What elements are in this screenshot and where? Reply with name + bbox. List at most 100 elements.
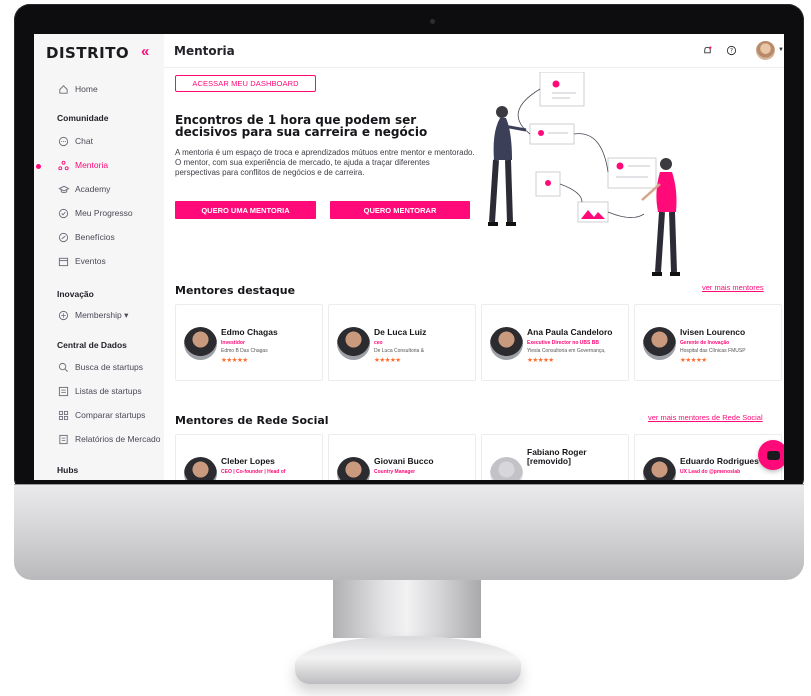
- sidebar-item-chat[interactable]: Chat: [34, 131, 164, 151]
- mentor-name: Edmo Chagas: [221, 327, 278, 337]
- mentor-photo: [337, 457, 370, 480]
- calendar-icon: [57, 255, 70, 268]
- mentor-org: Edmo B Das Chagas: [221, 348, 268, 354]
- sidebar-item-label: Listas de startups: [75, 386, 142, 396]
- mentor-photo: [184, 327, 217, 360]
- mentoria-icon: [57, 159, 70, 172]
- mentor-photo: [643, 327, 676, 360]
- sidebar-item-label: Academy: [75, 184, 111, 194]
- mentor-card[interactable]: Fabiano Roger [removido]: [481, 434, 629, 480]
- camera-dot: [430, 19, 435, 24]
- chat-icon: [57, 135, 70, 148]
- mentor-card[interactable]: De Luca Luiz ceo De Luca Consultoria & ★…: [328, 304, 476, 381]
- monitor-stand-base: [295, 636, 521, 684]
- mentor-name: Ana Paula Candeloro: [527, 327, 613, 337]
- mentor-card[interactable]: Giovani Bucco Country Manager: [328, 434, 476, 480]
- mentor-name: De Luca Luiz: [374, 327, 427, 337]
- mentor-name: Giovani Bucco: [374, 456, 434, 466]
- quero-mentorar-button[interactable]: QUERO MENTORAR: [330, 201, 470, 219]
- mentor-role: Executive Director no UBS BB: [527, 340, 599, 346]
- user-avatar[interactable]: [756, 41, 775, 60]
- search-icon: [57, 361, 70, 374]
- sidebar-item-mentoria[interactable]: Mentoria: [34, 155, 164, 175]
- mentor-photo: [337, 327, 370, 360]
- badge-icon: [57, 231, 70, 244]
- quero-uma-mentoria-button[interactable]: QUERO UMA MENTORIA: [175, 201, 316, 219]
- notification-bell-icon[interactable]: [701, 44, 714, 57]
- sidebar-item-eventos[interactable]: Eventos: [34, 251, 164, 271]
- sidebar-item-label: Busca de startups: [75, 362, 144, 372]
- mentor-name: Eduardo Rodrigues: [680, 456, 759, 466]
- hero-title: Encontros de 1 hora que podem ser decisi…: [175, 113, 428, 139]
- mentor-role: ceo: [374, 340, 383, 346]
- collapse-sidebar-icon[interactable]: «: [141, 43, 149, 60]
- ver-mais-mentores-rede-social-link[interactable]: ver mais mentores de Rede Social: [648, 413, 763, 422]
- mentor-photo: [643, 457, 676, 480]
- sidebar-item-label: Membership ▾: [75, 309, 129, 320]
- sidebar-item-meu-progresso[interactable]: Meu Progresso: [34, 203, 164, 223]
- sidebar-item-home[interactable]: Home: [34, 79, 164, 99]
- sidebar-item-label: Relatórios de Mercado: [75, 434, 161, 444]
- mentor-org: Hospital das Clínicas FMUSP: [680, 348, 746, 354]
- top-bar: Mentoria ? ▼: [164, 34, 784, 68]
- sidebar-item-label: Benefícios: [75, 232, 115, 242]
- section-central-de-dados: Central de Dados: [57, 340, 127, 350]
- section-hubs: Hubs: [57, 465, 79, 475]
- list-icon: [57, 385, 70, 398]
- chevron-down-icon[interactable]: ▼: [778, 47, 784, 53]
- mentor-card[interactable]: Edmo Chagas Investidor Edmo B Das Chagas…: [175, 304, 323, 381]
- mentor-photo: [490, 327, 523, 360]
- rating-stars: ★★★★★: [527, 357, 554, 364]
- mentor-role: Gerente de Inovação: [680, 340, 730, 346]
- hero-description: A mentoria é um espaço de troca e aprend…: [175, 148, 475, 177]
- help-icon[interactable]: ?: [725, 44, 738, 57]
- ver-mais-mentores-link[interactable]: ver mais mentores: [702, 283, 764, 292]
- sidebar-item-relatorios-de-mercado[interactable]: Relatórios de Mercado: [34, 429, 164, 449]
- monitor-chin: [14, 484, 804, 580]
- sidebar-item-beneficios[interactable]: Benefícios: [34, 227, 164, 247]
- section-comunidade: Comunidade: [57, 113, 109, 123]
- sidebar-item-label: Meu Progresso: [75, 208, 133, 218]
- sidebar-item-label: Eventos: [75, 256, 106, 266]
- sidebar-item-membership[interactable]: Membership ▾: [34, 305, 164, 325]
- chat-bubble-button[interactable]: [758, 440, 784, 470]
- sidebar-item-label: Chat: [75, 136, 93, 146]
- mentoring-illustration: [488, 72, 680, 276]
- membership-icon: [57, 309, 70, 322]
- sidebar-item-comparar-startups[interactable]: Comparar startups: [34, 405, 164, 425]
- brand-logo[interactable]: DISTRITO: [46, 44, 129, 62]
- section-inovacao: Inovação: [57, 289, 94, 299]
- featured-mentors-title: Mentores destaque: [175, 284, 296, 297]
- graduation-cap-icon: [57, 183, 70, 196]
- mentor-card[interactable]: Ivisen Lourenco Gerente de Inovação Hosp…: [634, 304, 782, 381]
- sidebar-item-busca-de-startups[interactable]: Busca de startups: [34, 357, 164, 377]
- mentor-name: Cleber Lopes: [221, 456, 275, 466]
- home-icon: [57, 83, 70, 96]
- check-circle-icon: [57, 207, 70, 220]
- mentor-org: Yiesia Consultoria em Governança,: [527, 348, 606, 354]
- page-title: Mentoria: [174, 44, 235, 58]
- social-mentors-title: Mentores de Rede Social: [175, 414, 329, 427]
- dashboard-button[interactable]: ACESSAR MEU DASHBOARD: [175, 75, 316, 92]
- monitor-mockup: DISTRITO « Home Comunidade Chat Mentoria…: [0, 0, 811, 696]
- mentor-org: De Luca Consultoria &: [374, 348, 425, 354]
- mentor-photo-placeholder: [490, 457, 523, 480]
- sidebar-item-listas-de-startups[interactable]: Listas de startups: [34, 381, 164, 401]
- mentor-photo: [184, 457, 217, 480]
- mentor-role: Investidor: [221, 340, 245, 346]
- rating-stars: ★★★★★: [374, 357, 401, 364]
- mentor-name: Fabiano Roger [removido]: [527, 447, 587, 466]
- mentor-role: Country Manager: [374, 469, 416, 475]
- monitor-stand-neck: [333, 580, 481, 638]
- mentor-card[interactable]: Ana Paula Candeloro Executive Director n…: [481, 304, 629, 381]
- compare-icon: [57, 409, 70, 422]
- mentor-card[interactable]: Cleber Lopes CEO | Co-founder | Head of: [175, 434, 323, 480]
- rating-stars: ★★★★★: [680, 357, 707, 364]
- sidebar-item-label: Home: [75, 84, 98, 94]
- app-screen: DISTRITO « Home Comunidade Chat Mentoria…: [34, 34, 784, 480]
- chat-bubble-icon: [766, 450, 780, 460]
- sidebar: DISTRITO « Home Comunidade Chat Mentoria…: [34, 34, 164, 480]
- report-icon: [57, 433, 70, 446]
- sidebar-item-label: Comparar startups: [75, 410, 146, 420]
- sidebar-item-academy[interactable]: Academy: [34, 179, 164, 199]
